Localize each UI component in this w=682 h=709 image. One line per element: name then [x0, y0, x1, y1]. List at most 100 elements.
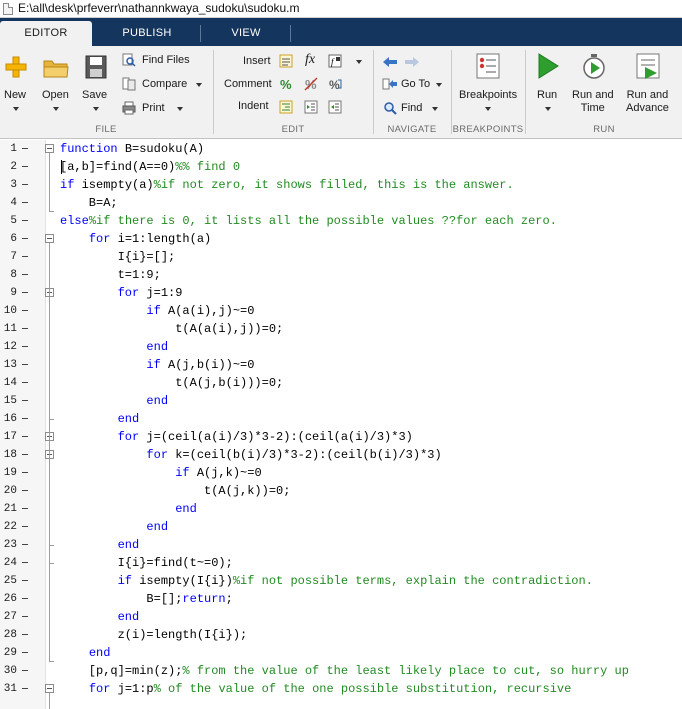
breakpoint-marker[interactable] — [22, 616, 28, 617]
breakpoint-marker[interactable] — [22, 598, 28, 599]
forward-arrow-icon[interactable] — [404, 55, 420, 69]
tab-view[interactable]: VIEW — [205, 21, 287, 46]
code-line[interactable]: 30 [p,q]=min(z);% from the value of the … — [0, 662, 682, 680]
code-line[interactable]: 15 end — [0, 392, 682, 410]
print-button[interactable]: Print — [120, 100, 212, 118]
code-line[interactable]: 21 end — [0, 500, 682, 518]
code-line[interactable]: 8 t=1:9; — [0, 266, 682, 284]
save-button[interactable]: Save — [78, 46, 114, 120]
code-line[interactable]: 18 for k=(ceil(b(i)/3)*3-2):(ceil(b(i)/3… — [0, 446, 682, 464]
breakpoint-marker[interactable] — [22, 436, 28, 437]
breakpoint-marker[interactable] — [22, 472, 28, 473]
code-line[interactable]: 6 for i=1:length(a) — [0, 230, 682, 248]
breakpoint-marker[interactable] — [22, 220, 28, 221]
code-line[interactable]: 10 if A(a(i),j)~=0 — [0, 302, 682, 320]
code-line[interactable]: 3 if isempty(a)%if not zero, it shows fil… — [0, 176, 682, 194]
printer-icon — [122, 101, 136, 115]
code-line[interactable]: 25 if isempty(I{i})%if not possible term… — [0, 572, 682, 590]
code-line[interactable]: 5 else%if there is 0, it lists all the po… — [0, 212, 682, 230]
tab-editor[interactable]: EDITOR — [0, 21, 92, 46]
code-line[interactable]: 7 I{i}=[]; — [0, 248, 682, 266]
breakpoint-marker[interactable] — [22, 454, 28, 455]
breakpoint-marker[interactable] — [22, 274, 28, 275]
code-editor[interactable]: 1 function B=sudoku(A) 2 [a,b]=find(A==0)%%… — [0, 140, 682, 709]
open-button[interactable]: Open — [38, 46, 74, 120]
insert-section-icon[interactable] — [279, 54, 293, 68]
breakpoint-marker[interactable] — [22, 688, 28, 689]
code-line[interactable]: 11 t(A(a(i),j))=0; — [0, 320, 682, 338]
fold-toggle-icon[interactable] — [45, 144, 54, 153]
chevron-down-icon — [196, 83, 202, 87]
find-button[interactable]: Find — [380, 100, 450, 118]
breakpoint-marker[interactable] — [22, 364, 28, 365]
code-line[interactable]: 27 end — [0, 608, 682, 626]
breakpoint-marker[interactable] — [22, 166, 28, 167]
breakpoint-marker[interactable] — [22, 184, 28, 185]
compare-button[interactable]: Compare — [120, 76, 212, 94]
breakpoint-marker[interactable] — [22, 148, 28, 149]
code-line[interactable]: 23 end — [0, 536, 682, 554]
breakpoint-marker[interactable] — [22, 418, 28, 419]
breakpoint-marker[interactable] — [22, 256, 28, 257]
line-number: 24 — [3, 557, 17, 569]
code-line[interactable]: 29 end — [0, 644, 682, 662]
breakpoints-button[interactable]: Breakpoints — [455, 46, 521, 120]
tab-publish[interactable]: PUBLISH — [99, 21, 195, 46]
breakpoint-marker[interactable] — [22, 634, 28, 635]
decrease-indent-icon[interactable] — [328, 100, 342, 114]
new-button[interactable]: New — [0, 46, 32, 120]
code-line[interactable]: 17 for j=(ceil(a(i)/3)*3-2):(ceil(a(i)/3… — [0, 428, 682, 446]
code-line[interactable]: 1 function B=sudoku(A) — [0, 140, 682, 158]
code-line[interactable]: 31 for j=1:p% of the value of the one po… — [0, 680, 682, 698]
code-line[interactable]: 28 z(i)=length(I{i}); — [0, 626, 682, 644]
breakpoint-marker[interactable] — [22, 508, 28, 509]
run-button[interactable]: Run — [529, 46, 565, 120]
code-line[interactable]: 19 if A(j,k)~=0 — [0, 464, 682, 482]
code-text: end — [60, 410, 140, 428]
smart-indent-icon[interactable] — [279, 100, 293, 114]
back-arrow-icon[interactable] — [382, 55, 398, 69]
breakpoint-marker[interactable] — [22, 526, 28, 527]
code-line[interactable]: 9 for j=1:9 — [0, 284, 682, 302]
fold-toggle-icon[interactable] — [45, 684, 54, 693]
goto-button[interactable]: Go To — [380, 76, 450, 94]
code-line[interactable]: 20 t(A(j,k))=0; — [0, 482, 682, 500]
code-line[interactable]: 12 end — [0, 338, 682, 356]
run-and-advance-button[interactable]: Run and Advance — [622, 46, 678, 120]
breakpoint-marker[interactable] — [22, 580, 28, 581]
comment-icon[interactable]: % — [279, 77, 293, 91]
code-line[interactable]: 13 if A(j,b(i))~=0 — [0, 356, 682, 374]
breakpoint-marker[interactable] — [22, 562, 28, 563]
code-line[interactable]: 16 end — [0, 410, 682, 428]
code-line[interactable]: 14 t(A(j,b(i)))=0; — [0, 374, 682, 392]
run-and-time-button[interactable]: Run and Time — [568, 46, 620, 120]
insert-function-box-icon[interactable]: f — [328, 54, 342, 68]
code-line[interactable]: 26 B=[];return; — [0, 590, 682, 608]
breakpoint-marker[interactable] — [22, 292, 28, 293]
insert-function-icon[interactable]: fx — [305, 52, 315, 68]
breakpoint-marker[interactable] — [22, 310, 28, 311]
breakpoint-marker[interactable] — [22, 670, 28, 671]
breakpoint-marker[interactable] — [22, 202, 28, 203]
breakpoint-marker[interactable] — [22, 544, 28, 545]
breakpoint-marker[interactable] — [22, 238, 28, 239]
breakpoint-marker[interactable] — [22, 400, 28, 401]
breakpoint-marker[interactable] — [22, 328, 28, 329]
code-line[interactable]: 2 [a,b]=find(A==0)%% find 0 — [0, 158, 682, 176]
line-number: 18 — [3, 449, 17, 461]
increase-indent-icon[interactable] — [304, 100, 318, 114]
code-line[interactable]: 24 I{i}=find(t~=0); — [0, 554, 682, 572]
code-line[interactable]: 22 end — [0, 518, 682, 536]
uncomment-icon[interactable]: % — [304, 77, 318, 91]
fold-toggle-icon[interactable] — [45, 234, 54, 243]
chevron-down-icon[interactable] — [356, 60, 362, 64]
find-files-button[interactable]: Find Files — [120, 52, 212, 70]
wrap-comments-icon[interactable]: % — [328, 77, 342, 91]
breakpoint-marker[interactable] — [22, 652, 28, 653]
line-number: 14 — [3, 377, 17, 389]
breakpoint-marker[interactable] — [22, 490, 28, 491]
breakpoint-marker[interactable] — [22, 382, 28, 383]
breakpoint-marker[interactable] — [22, 346, 28, 347]
code-line[interactable]: 4 B=A; — [0, 194, 682, 212]
